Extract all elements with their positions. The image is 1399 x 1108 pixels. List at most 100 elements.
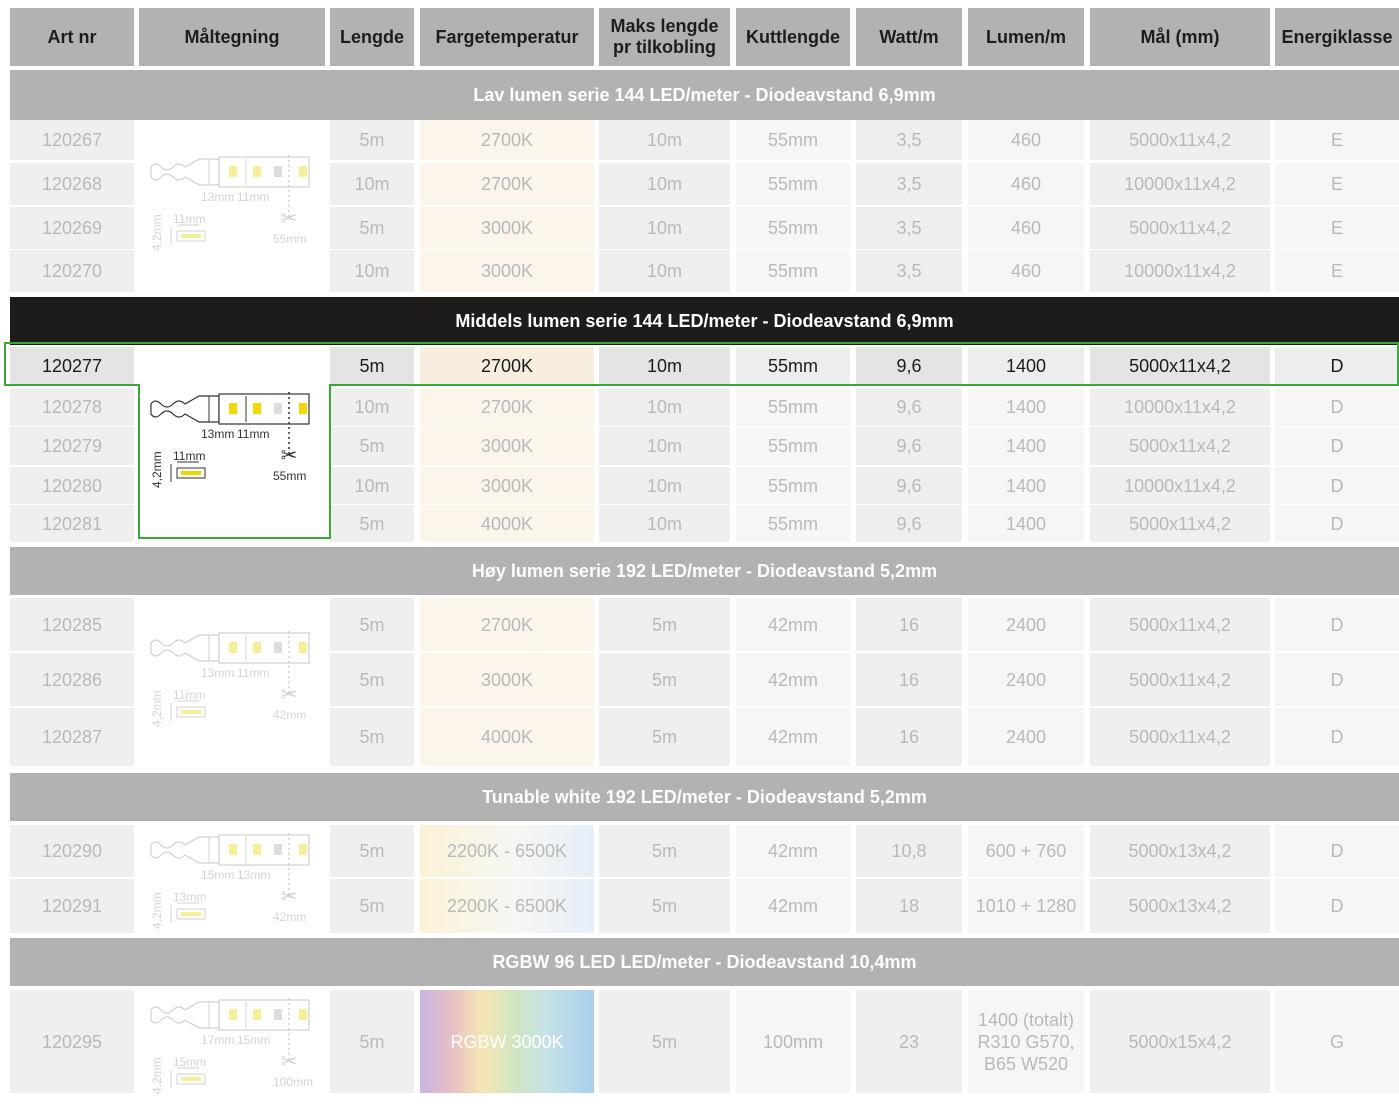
section-title: Tunable white 192 LED/meter - Diodeavsta…: [482, 786, 927, 807]
cell-value: 3,5: [896, 261, 922, 281]
table-cell: 2200K - 6500K: [420, 879, 594, 933]
cell-value: 3,5: [896, 130, 922, 150]
table-cell: 3000K: [420, 653, 594, 706]
strip-dimension-drawing: ✂ 13mm 11mm 11mm 55mm 4,2mm: [139, 384, 325, 502]
cell-value: 5m: [359, 896, 385, 916]
article-number: 120268: [41, 174, 103, 194]
cell-value: 1400: [1005, 356, 1047, 376]
table-cell: 55mm: [736, 207, 850, 249]
table-cell: 9,6: [856, 467, 962, 504]
table-cell: 5m: [330, 653, 414, 706]
dimension-label: 13mm: [237, 868, 271, 882]
cell-value: 9,6: [896, 356, 922, 376]
table-cell: 1010 + 1280: [968, 879, 1084, 933]
table-cell: 3000K: [420, 207, 594, 249]
cell-value: D: [1330, 614, 1344, 635]
cell-value: 9,6: [896, 513, 922, 534]
svg-text:✂: ✂: [281, 443, 298, 467]
cell-value: 10m: [354, 174, 390, 194]
cell-value: 5m: [651, 841, 677, 861]
article-number: 120277: [41, 356, 103, 376]
table-cell: 120286: [10, 653, 134, 706]
cell-value: 2700K: [480, 356, 534, 376]
table-cell: D: [1275, 825, 1399, 877]
column-header-4: Maks lengde pr tilkobling: [599, 8, 730, 66]
column-header-label: Art nr: [47, 27, 97, 47]
article-number: 120270: [41, 261, 103, 281]
svg-text:✂: ✂: [281, 884, 298, 908]
table-cell: 10000x11x4,2: [1090, 250, 1270, 292]
table-cell: 42mm: [736, 879, 850, 933]
cell-value: 10m: [646, 261, 682, 281]
cell-value: 3000K: [480, 669, 534, 690]
cell-value: 55mm: [767, 475, 818, 496]
table-cell: 55mm: [736, 163, 850, 205]
table-cell: D: [1275, 879, 1399, 933]
column-header-label: Lumen/m: [985, 27, 1066, 47]
dimension-label: 4,2mm: [150, 690, 164, 727]
table-cell: 55mm: [736, 250, 850, 292]
table-cell: 3,5: [856, 207, 962, 249]
article-number: 120287: [41, 727, 103, 747]
table-cell: E: [1275, 163, 1399, 205]
table-cell: 120287: [10, 708, 134, 766]
cell-value: 2700K: [480, 174, 534, 194]
cell-value: 55mm: [767, 397, 818, 417]
section-band: RGBW 96 LED LED/meter - Diodeavstand 10,…: [10, 938, 1399, 986]
article-number: 120281: [41, 513, 103, 534]
table-cell: 5m: [330, 879, 414, 933]
table-cell: G: [1275, 990, 1399, 1093]
dimension-label: 13mm: [201, 190, 235, 204]
cell-value: E: [1330, 218, 1343, 238]
svg-text:✂: ✂: [281, 1049, 298, 1073]
table-cell: 18: [856, 879, 962, 933]
cell-value: D: [1330, 669, 1344, 690]
article-number: 120286: [41, 669, 103, 690]
cell-value: 5m: [359, 669, 385, 690]
table-cell: 2400: [968, 598, 1084, 651]
table-cell: 460: [968, 207, 1084, 249]
table-cell: 1400: [968, 388, 1084, 426]
table-cell: E: [1275, 250, 1399, 292]
cell-value: 10m: [354, 261, 390, 281]
cell-value: 5m: [359, 218, 385, 238]
table-cell: 120269: [10, 207, 134, 249]
table-cell: 3,5: [856, 120, 962, 160]
cell-value: 55mm: [767, 130, 818, 150]
table-cell: 120285: [10, 598, 134, 651]
cell-value: 1400 (totalt) R310 G570, B65 W520: [977, 1009, 1075, 1074]
cell-value: 10m: [646, 475, 682, 496]
cell-value: 23: [898, 1031, 920, 1052]
cell-value: 10m: [646, 356, 682, 376]
svg-text:✂: ✂: [281, 206, 298, 230]
table-cell: 5m: [330, 825, 414, 877]
table-cell: D: [1275, 598, 1399, 651]
table-cell: 100mm: [736, 990, 850, 1093]
table-cell: 42mm: [736, 598, 850, 651]
dimension-label: 11mm: [237, 666, 270, 680]
table-cell: E: [1275, 207, 1399, 249]
cell-value: 10000x11x4,2: [1124, 174, 1236, 194]
svg-text:✂: ✂: [281, 682, 298, 706]
cell-value: 10000x11x4,2: [1124, 475, 1236, 496]
table-cell: 10m: [599, 427, 730, 465]
table-cell: 5m: [330, 207, 414, 249]
table-cell: 3000K: [420, 427, 594, 465]
table-cell: 5m: [599, 653, 730, 706]
column-header-2: Lengde: [330, 8, 414, 66]
cell-value: 55mm: [767, 174, 818, 194]
cell-value: 16: [898, 669, 920, 690]
section-title: Høy lumen serie 192 LED/meter - Diodeavs…: [471, 560, 938, 581]
cell-value: 5000x11x4,2: [1129, 513, 1231, 534]
cell-value: 5000x11x4,2: [1129, 614, 1231, 635]
section-band: Lav lumen serie 144 LED/meter - Diodeavs…: [10, 70, 1399, 120]
table-cell: 5m: [330, 990, 414, 1093]
cell-value: 2700K: [480, 614, 534, 635]
table-cell: 120295: [10, 990, 134, 1093]
cell-value: 5000x15x4,2: [1128, 1031, 1232, 1052]
table-cell: 10m: [599, 467, 730, 504]
table-cell: 5m: [599, 598, 730, 651]
cell-value: 2400: [1005, 727, 1047, 747]
cell-value: D: [1330, 436, 1344, 456]
table-cell: 55mm: [736, 347, 850, 385]
